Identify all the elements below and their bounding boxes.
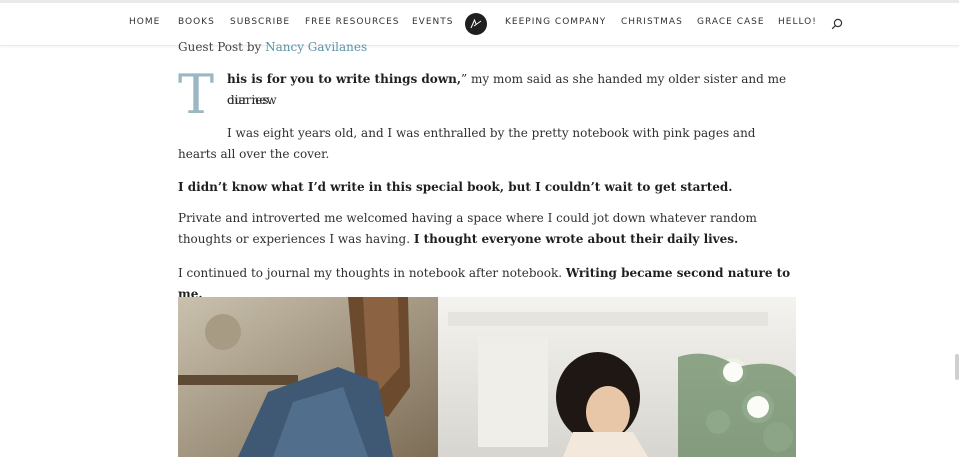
drop-cap: T bbox=[178, 63, 215, 126]
top-navigation: HOME BOOKS SUBSCRIBE FREE RESOURCES EVEN… bbox=[0, 0, 959, 46]
paragraph-2: I was eight years old, and I was enthral… bbox=[178, 126, 756, 161]
paragraph-1-line-2: diaries. bbox=[227, 93, 273, 107]
paragraph-3: I didn’t know what I’d write in this spe… bbox=[178, 177, 788, 198]
nav-item-christmas[interactable]: CHRISTMAS bbox=[621, 17, 683, 27]
search-icon[interactable] bbox=[831, 18, 843, 30]
paragraph-4-bold: I thought everyone wrote about their dai… bbox=[413, 232, 739, 246]
initials-logo-glyph bbox=[470, 18, 482, 29]
nav-item-subscribe[interactable]: SUBSCRIBE bbox=[230, 17, 290, 27]
nav-item-grace-case[interactable]: GRACE CASE bbox=[697, 17, 765, 27]
guest-post-byline: Guest Post by Nancy Gavilanes bbox=[178, 40, 367, 54]
nav-item-home[interactable]: HOME bbox=[129, 17, 160, 27]
paragraph-1-bold: his is for you to write things down, bbox=[227, 72, 462, 86]
nav-item-hello[interactable]: HELLO! bbox=[778, 17, 817, 27]
nav-item-free-resources[interactable]: FREE RESOURCES bbox=[305, 17, 399, 27]
nav-item-events[interactable]: EVENTS bbox=[412, 17, 453, 27]
photo-illustration bbox=[178, 297, 796, 457]
nav-item-books[interactable]: BOOKS bbox=[178, 17, 215, 27]
paragraph-5-text: I continued to journal my thoughts in no… bbox=[178, 266, 563, 280]
paragraph-3-bold: I didn’t know what I’d write in this spe… bbox=[178, 180, 733, 194]
author-link[interactable]: Nancy Gavilanes bbox=[265, 40, 367, 54]
featured-photo bbox=[178, 297, 796, 457]
scrollbar-handle[interactable] bbox=[955, 354, 959, 380]
byline-prefix: Guest Post by bbox=[178, 40, 262, 54]
initials-logo-icon[interactable] bbox=[465, 13, 487, 35]
paragraph-1: his is for you to write things down,” my… bbox=[227, 69, 793, 111]
paragraph-4: Private and introverted me welcomed havi… bbox=[178, 208, 793, 250]
nav-item-keeping-company[interactable]: KEEPING COMPANY bbox=[505, 17, 606, 27]
